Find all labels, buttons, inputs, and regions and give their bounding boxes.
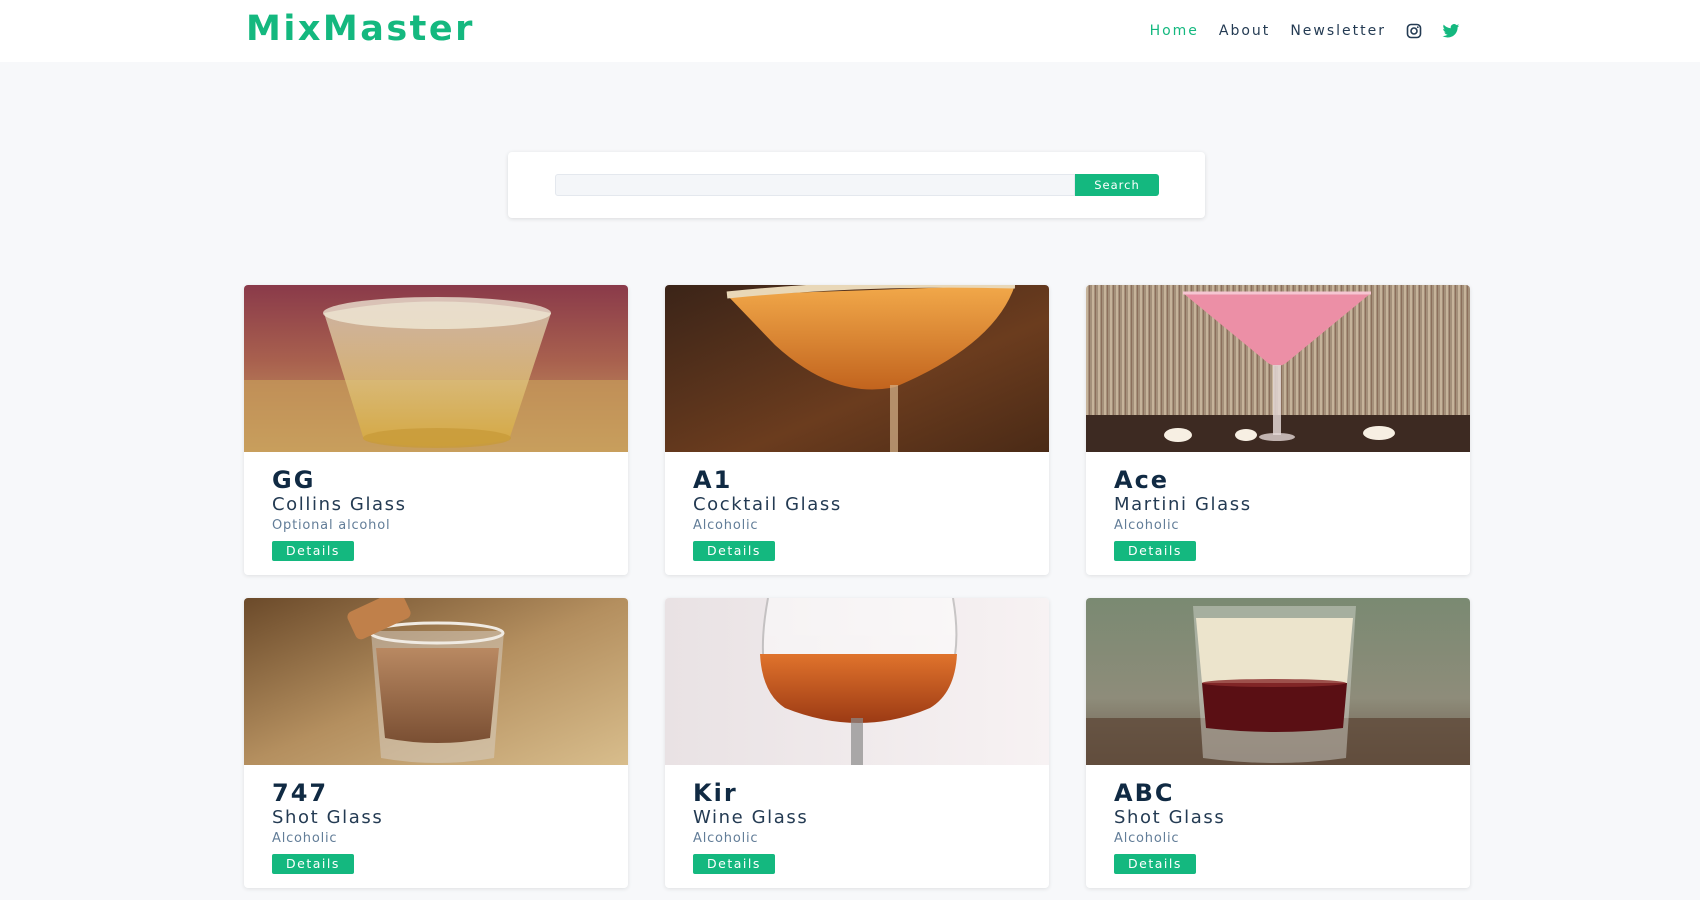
search-input[interactable]	[555, 174, 1075, 196]
nav-link-newsletter[interactable]: Newsletter	[1290, 23, 1386, 39]
cocktail-info: Alcoholic	[1114, 831, 1180, 846]
wine-glass-photo[interactable]	[665, 598, 1049, 765]
details-button[interactable]: Details	[693, 541, 775, 561]
details-button[interactable]: Details	[272, 541, 354, 561]
instagram-icon[interactable]	[1406, 23, 1422, 39]
twitter-icon[interactable]	[1442, 23, 1460, 39]
card-body: A1 Cocktail Glass Alcoholic Details	[665, 452, 1049, 561]
card-body: Kir Wine Glass Alcoholic Details	[665, 765, 1049, 874]
logo[interactable]: MixMaster	[246, 9, 475, 49]
layered-shot-photo[interactable]	[1086, 598, 1470, 765]
cocktail-card: ABC Shot Glass Alcoholic Details	[1086, 598, 1470, 888]
search-panel: Search	[508, 152, 1205, 218]
search-button[interactable]: Search	[1075, 174, 1159, 196]
cocktail-info: Alcoholic	[693, 831, 759, 846]
cocktail-name: Kir	[693, 779, 738, 807]
nav-link-about[interactable]: About	[1219, 23, 1270, 39]
cocktail-card: Kir Wine Glass Alcoholic Details	[665, 598, 1049, 888]
details-button[interactable]: Details	[693, 854, 775, 874]
cocktail-name: Ace	[1114, 466, 1170, 494]
cocktail-glass: Cocktail Glass	[693, 494, 842, 515]
card-body: Ace Martini Glass Alcoholic Details	[1086, 452, 1470, 561]
navbar: MixMaster Home About Newsletter	[0, 0, 1700, 62]
nav-link-home[interactable]: Home	[1150, 23, 1199, 39]
collins-glass-photo[interactable]	[244, 285, 628, 452]
card-body: 747 Shot Glass Alcoholic Details	[244, 765, 628, 874]
social-links	[1406, 23, 1460, 39]
cocktail-info: Alcoholic	[693, 518, 759, 533]
shot-glass-photo[interactable]	[244, 598, 628, 765]
cocktail-grid: GG Collins Glass Optional alcohol Detail…	[244, 285, 1470, 888]
cocktail-info: Alcoholic	[1114, 518, 1180, 533]
cocktail-name: 747	[272, 779, 329, 807]
cocktail-glass: Martini Glass	[1114, 494, 1252, 515]
cocktail-card: Ace Martini Glass Alcoholic Details	[1086, 285, 1470, 575]
cocktail-info: Alcoholic	[272, 831, 338, 846]
cocktail-card: 747 Shot Glass Alcoholic Details	[244, 598, 628, 888]
details-button[interactable]: Details	[1114, 854, 1196, 874]
cocktail-info: Optional alcohol	[272, 518, 391, 533]
card-body: ABC Shot Glass Alcoholic Details	[1086, 765, 1470, 874]
cocktail-glass: Shot Glass	[1114, 807, 1226, 828]
details-button[interactable]: Details	[1114, 541, 1196, 561]
martini-glass-photo[interactable]	[1086, 285, 1470, 452]
cocktail-name: GG	[272, 466, 316, 494]
cocktail-name: A1	[693, 466, 733, 494]
cocktail-glass: Wine Glass	[693, 807, 809, 828]
cocktail-card: GG Collins Glass Optional alcohol Detail…	[244, 285, 628, 575]
cocktail-glass-photo[interactable]	[665, 285, 1049, 452]
details-button[interactable]: Details	[272, 854, 354, 874]
nav-links: Home About Newsletter	[1130, 0, 1460, 62]
cocktail-name: ABC	[1114, 779, 1175, 807]
cocktail-glass: Shot Glass	[272, 807, 384, 828]
cocktail-glass: Collins Glass	[272, 494, 407, 515]
card-body: GG Collins Glass Optional alcohol Detail…	[244, 452, 628, 561]
cocktail-card: A1 Cocktail Glass Alcoholic Details	[665, 285, 1049, 575]
